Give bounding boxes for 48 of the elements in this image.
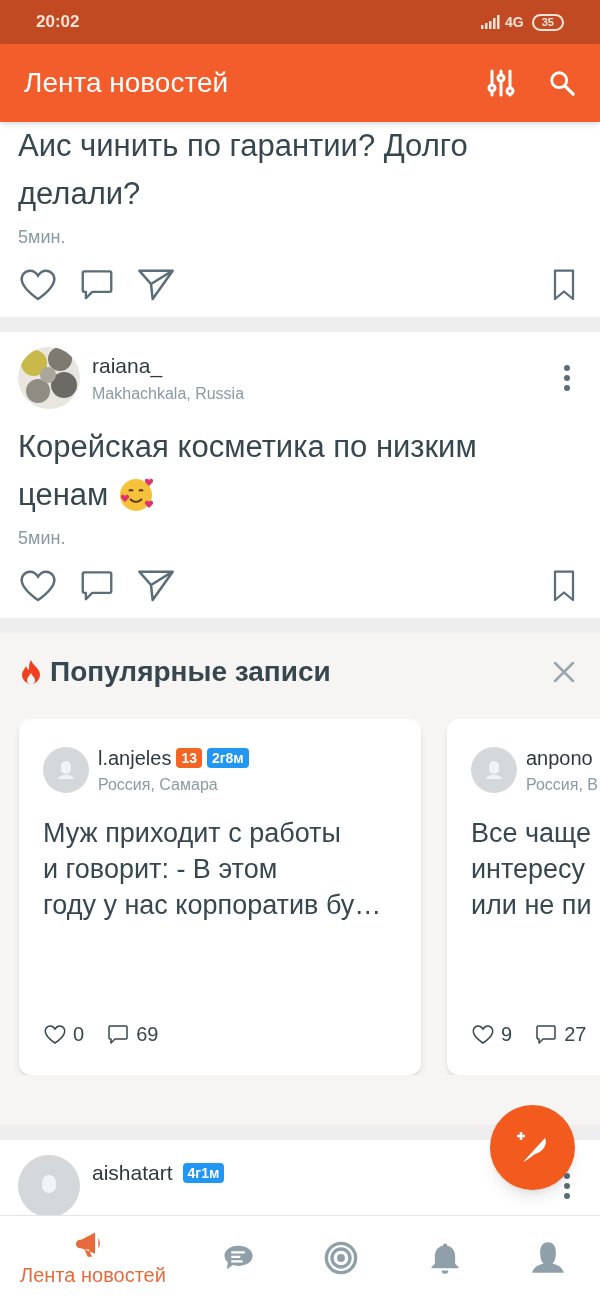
level-tag: 13 — [176, 748, 202, 768]
search-icon[interactable] — [548, 69, 576, 97]
card-text-line: году у нас корпоратив бу… — [43, 889, 383, 922]
card-text-line: и говорит: - В этом — [43, 853, 279, 886]
more-options-icon[interactable] — [564, 365, 570, 391]
like-count: 9 — [501, 1022, 513, 1047]
level-tag: 2г8м — [206, 748, 249, 768]
post-time: 5мин. — [18, 226, 66, 249]
comment-icon — [106, 1022, 131, 1046]
post-card[interactable]: anpono Россия, В Все чаще интересу или не пи 9 27 — [447, 719, 600, 1075]
card-text-line: Все чаще — [471, 817, 593, 850]
section-title: Популярные записи — [50, 655, 331, 689]
card-text-line: или не пи — [471, 889, 593, 922]
username[interactable]: anpono — [526, 743, 593, 773]
post-card[interactable]: l.anjeles 13 2г8м Россия, Самара Муж приходит с работы и говорит: - В этом году у нас корпоратив бу… 0 69 — [19, 719, 421, 1075]
person-icon — [530, 1239, 567, 1276]
post-text-line: Аис чинить по гарантии? Долго — [18, 127, 468, 165]
app-title: Лента новостей — [24, 66, 229, 100]
target-icon — [323, 1239, 360, 1276]
location-text: Россия, В — [526, 775, 599, 795]
signal-icon — [481, 15, 502, 29]
username[interactable]: raiana_ — [92, 350, 245, 382]
like-count: 0 — [73, 1022, 85, 1047]
heart-icon — [43, 1022, 67, 1046]
comment-icon — [534, 1022, 559, 1046]
post-text-line: ценам — [18, 476, 109, 514]
avatar-placeholder-icon — [18, 1155, 80, 1215]
battery-indicator: 35 — [531, 13, 564, 31]
card-text-line: Муж приходит с работы — [43, 817, 342, 850]
filter-sliders-icon[interactable] — [486, 68, 516, 98]
comment-count: 69 — [136, 1022, 159, 1047]
post-text-line: Корейская косметика по низким — [18, 428, 477, 466]
heart-icon — [471, 1022, 495, 1046]
location-text: Россия, Самара — [98, 775, 219, 795]
location-text: Makhachkala, Russia — [92, 383, 245, 404]
flame-icon — [20, 659, 42, 685]
level-tag: 4г1м — [182, 1162, 225, 1183]
avatar-placeholder-icon — [43, 747, 89, 793]
card-text-line: интересу — [471, 853, 587, 886]
avatar-placeholder-icon — [471, 747, 517, 793]
more-options-icon[interactable] — [564, 1173, 570, 1199]
comment-count: 27 — [564, 1022, 587, 1047]
post-text-line: делали? — [18, 175, 141, 213]
network-label: 4G — [505, 12, 524, 32]
clock: 20:02 — [36, 11, 80, 34]
username[interactable]: aishatart — [92, 1157, 173, 1189]
username[interactable]: l.anjeles — [98, 743, 172, 773]
post-time: 5мин. — [18, 527, 66, 550]
